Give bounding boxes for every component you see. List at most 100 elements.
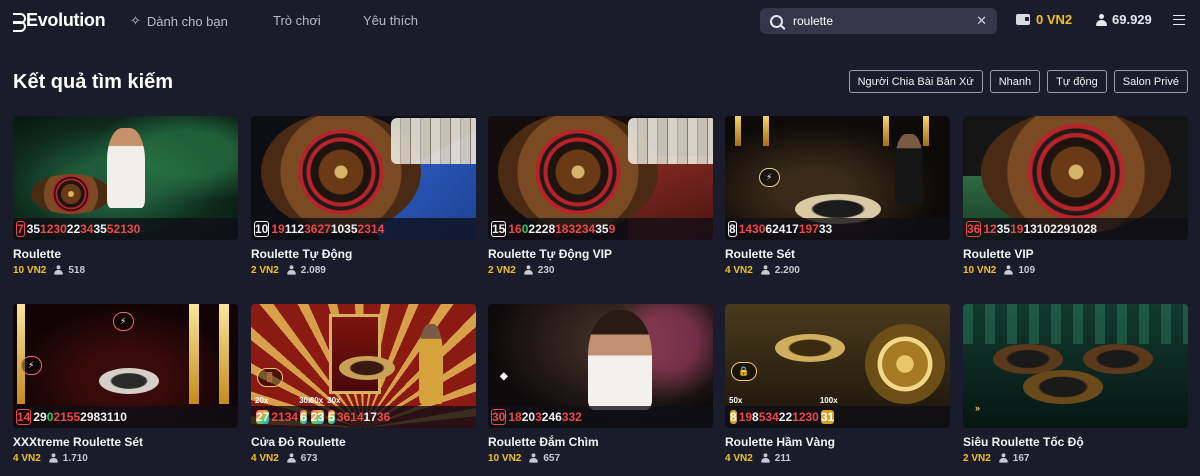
recent-results: 8 14 30 6 24 17 19 7 33 bbox=[725, 218, 950, 240]
filter-salon-prive[interactable]: Salon Privé bbox=[1113, 70, 1188, 93]
hamburger-menu-icon[interactable] bbox=[1173, 15, 1185, 25]
game-card-auto-roulette[interactable]: 10 19 11 2 36 27 10 35 23 14 Roulette Tự Động 2 V… bbox=[251, 116, 476, 280]
result-number-value: 27 bbox=[317, 222, 331, 236]
result-number: 36 bbox=[377, 408, 390, 426]
evolution-logo[interactable]: Evolution bbox=[13, 10, 106, 32]
recent-results: 7 35 12 30 22 34 35 5 21 30 bbox=[13, 218, 238, 240]
person-icon bbox=[287, 265, 296, 275]
result-number-value: 29 bbox=[80, 410, 94, 424]
person-icon bbox=[1096, 13, 1107, 26]
result-number: 0 bbox=[522, 220, 529, 238]
result-number: 19 bbox=[1010, 220, 1023, 238]
result-number: 19 bbox=[271, 220, 284, 238]
top-bar: Evolution ✧ Dành cho bạn Trò chơi Yêu th… bbox=[0, 0, 1200, 42]
player-count: 2.089 bbox=[286, 264, 326, 276]
player-count-value: 1.710 bbox=[62, 452, 88, 464]
result-number: 2 bbox=[1050, 220, 1057, 238]
result-number-value: 36 bbox=[376, 410, 391, 424]
player-count-value: 230 bbox=[537, 264, 555, 276]
game-card-roulette-vip[interactable]: 36 12 35 19 13 10 2 29 10 28 Roulette VIP 10 VN2 … bbox=[963, 116, 1188, 280]
game-meta: 10 VN2 518 bbox=[13, 264, 85, 276]
result-number: 34 bbox=[80, 220, 93, 238]
result-number: 33 bbox=[819, 220, 832, 238]
result-number-value: 12 bbox=[40, 222, 54, 236]
result-number: 10 bbox=[1070, 220, 1083, 238]
game-card-roulette[interactable]: 7 35 12 30 22 34 35 5 21 30 Roulette 10 VN2 518 bbox=[13, 116, 238, 280]
result-number: 5 bbox=[107, 220, 114, 238]
min-stake: 10 VN2 bbox=[13, 264, 47, 276]
result-number-value: 31 bbox=[820, 410, 835, 424]
result-number-value: 30 bbox=[752, 222, 766, 236]
game-card-immersive-roulette[interactable]: ◆ 30 18 20 3 24 6 3 32 Roulette Đắm Chìm 10 VN2… bbox=[488, 304, 713, 468]
result-number: 30 bbox=[806, 408, 819, 426]
result-number-value: 17 bbox=[785, 222, 799, 236]
result-number: 30 bbox=[491, 408, 508, 426]
result-number-value: 5 bbox=[73, 410, 81, 424]
person-icon bbox=[524, 265, 533, 275]
recent-results: 10 19 11 2 36 27 10 35 23 14 bbox=[251, 218, 476, 240]
min-stake: 2 VN2 bbox=[963, 452, 991, 464]
result-number: 30x 23 bbox=[309, 396, 326, 426]
nav-for-you[interactable]: ✧ Dành cho bạn bbox=[130, 13, 228, 29]
result-number-value: 14 bbox=[370, 222, 385, 236]
nav-favorites[interactable]: Yêu thích bbox=[363, 13, 418, 28]
game-card-xxxtreme-lightning-roulette[interactable]: ⚡ ⚡ 14 29 0 21 5 5 29 8 31 10 XXXtreme Roulette S… bbox=[13, 304, 238, 468]
game-thumbnail: 10 19 11 2 36 27 10 35 23 14 bbox=[251, 116, 476, 240]
result-number-value: 10 bbox=[254, 221, 270, 237]
result-number: 23 bbox=[358, 220, 371, 238]
game-name: Roulette Hầm Vàng bbox=[725, 435, 836, 449]
game-card-lightning-roulette[interactable]: ⚡ 8 14 30 6 24 17 19 7 33 Roulette Sét 4 VN2 2.2… bbox=[725, 116, 950, 280]
multiplier-tag: 30x bbox=[327, 396, 341, 405]
player-count-value: 109 bbox=[1018, 264, 1036, 276]
min-stake: 10 VN2 bbox=[488, 452, 522, 464]
min-stake: 2 VN2 bbox=[488, 264, 516, 276]
result-number-value: 7 bbox=[812, 222, 819, 236]
person-icon bbox=[49, 453, 58, 463]
result-number-value: 19 bbox=[271, 222, 285, 236]
clear-search-icon[interactable]: ✕ bbox=[976, 13, 987, 29]
result-number: 6 bbox=[555, 408, 562, 426]
filter-fast[interactable]: Nhanh bbox=[989, 70, 1041, 93]
result-number: 36 bbox=[304, 220, 317, 238]
result-number: 14 bbox=[371, 220, 384, 238]
game-card-super-speed-roulette[interactable]: » Siêu Roulette Tốc Độ 2 VN2 167 bbox=[963, 304, 1188, 468]
result-number-value: 13 bbox=[1023, 222, 1037, 236]
online-players: 69.929 bbox=[1096, 12, 1152, 27]
result-number-value: 22 bbox=[66, 222, 81, 236]
result-number-value: 14 bbox=[16, 409, 32, 425]
result-number: 34 bbox=[765, 408, 778, 426]
min-stake: 4 VN2 bbox=[251, 452, 279, 464]
result-number-value: 14 bbox=[350, 410, 364, 424]
result-number-value: 21 bbox=[113, 222, 127, 236]
result-number: 12 bbox=[983, 220, 996, 238]
nav-games[interactable]: Trò chơi bbox=[273, 13, 321, 28]
wallet-balance[interactable]: 0 VN2 bbox=[1016, 12, 1072, 27]
result-number-value: 24 bbox=[772, 222, 786, 236]
filter-native-dealer[interactable]: Người Chia Bài Bản Xứ bbox=[848, 70, 983, 93]
xxxtreme-logo-small: ⚡ bbox=[113, 312, 135, 331]
result-number: 5 bbox=[67, 408, 74, 426]
gold-vault-logo: 🔒 bbox=[731, 362, 758, 381]
result-number-value: 21 bbox=[271, 410, 285, 424]
result-number: 12 bbox=[40, 220, 53, 238]
game-card-gold-vault-roulette[interactable]: 🔒 50x 8 19 8 5 34 22 12 30 100x 31 Roulette Hầm Và… bbox=[725, 304, 950, 468]
result-number: 14 bbox=[350, 408, 363, 426]
result-number-value: 20 bbox=[521, 410, 536, 424]
filter-auto[interactable]: Tự động bbox=[1047, 70, 1107, 93]
game-meta: 2 VN2 167 bbox=[963, 452, 1029, 464]
search-input[interactable] bbox=[793, 14, 977, 28]
result-number-value: 32 bbox=[568, 222, 582, 236]
result-number-value: 30 bbox=[53, 222, 67, 236]
game-thumbnail: 15 16 0 22 28 18 32 34 35 9 bbox=[488, 116, 713, 240]
result-number: 11 bbox=[285, 220, 298, 238]
game-thumbnail: ⚡ ⚡ 14 29 0 21 5 5 29 8 31 10 bbox=[13, 304, 238, 428]
result-number-value: 34 bbox=[284, 410, 299, 424]
game-card-auto-roulette-vip[interactable]: 15 16 0 22 28 18 32 34 35 9 Roulette Tự Động VIP … bbox=[488, 116, 713, 280]
game-card-red-door-roulette[interactable]: 🚪 20x 27 21 34 30x 6 30x 23 30x 5 36 14 17 36 Cửa Đỏ … bbox=[251, 304, 476, 468]
result-number-value: 6 bbox=[300, 410, 307, 424]
game-meta: 10 VN2 109 bbox=[963, 264, 1035, 276]
result-number-value: 21 bbox=[53, 410, 67, 424]
sparkle-icon: ✧ bbox=[130, 13, 141, 28]
result-number-value: 8 bbox=[752, 410, 759, 424]
result-number-value: 24 bbox=[541, 410, 556, 424]
